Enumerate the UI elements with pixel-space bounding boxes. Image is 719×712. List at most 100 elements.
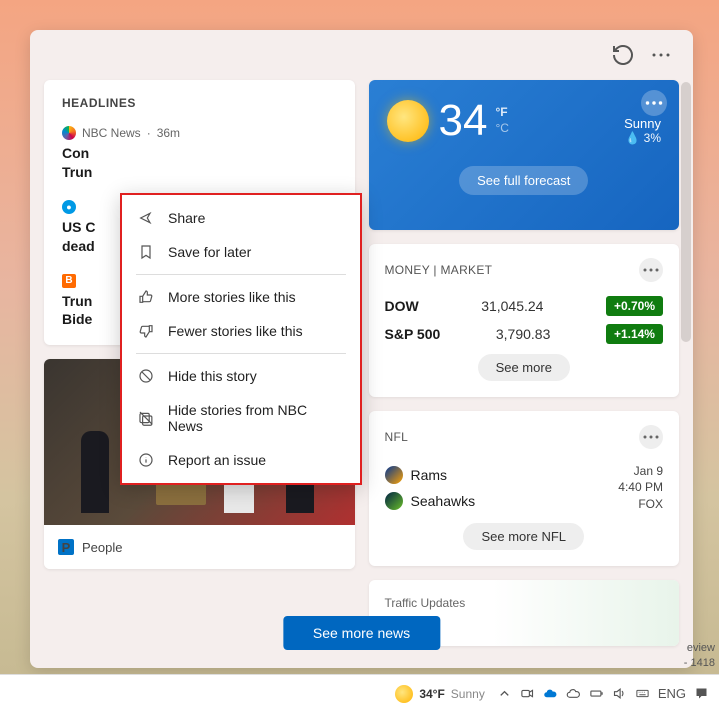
teams-row[interactable]: Rams Seahawks Jan 9 4:40 PM FOX [385, 463, 664, 513]
people-icon: P [58, 539, 74, 555]
context-menu: Share Save for later More stories like t… [120, 193, 362, 485]
refresh-icon[interactable] [611, 43, 635, 67]
weather-units[interactable]: °F °C [495, 105, 508, 136]
action-center-icon[interactable] [694, 686, 709, 701]
menu-fewer-like[interactable]: Fewer stories like this [122, 314, 360, 348]
headline1-title[interactable]: Con Trun [62, 144, 337, 182]
breitbart-icon: B [62, 274, 76, 288]
forecast-button[interactable]: See full forecast [459, 166, 588, 195]
stock-row[interactable]: DOW 31,045.24 +0.70% [385, 296, 664, 316]
taskbar: 34°F Sunny ENG [0, 674, 719, 712]
market-section-title: MONEY | MARKET [385, 263, 493, 277]
see-more-news-button[interactable]: See more news [283, 616, 440, 650]
sun-icon [395, 685, 413, 703]
news-interests-panel: HEADLINES NBC News · 36m Con Trun ● US C… [30, 30, 693, 668]
menu-label: More stories like this [168, 289, 296, 305]
weather-temp: 34 [439, 96, 488, 146]
source-time: 36m [157, 126, 180, 140]
info-icon [138, 452, 154, 468]
stock-pct: +1.14% [606, 324, 663, 344]
chevron-up-icon[interactable] [497, 686, 512, 701]
team2-name: Seahawks [411, 493, 476, 509]
market-card: MONEY | MARKET DOW 31,045.24 +0.70% S&P … [369, 244, 680, 397]
meet-now-icon[interactable] [520, 686, 535, 701]
menu-label: Share [168, 210, 205, 226]
menu-label: Save for later [168, 244, 251, 260]
more-icon[interactable] [649, 43, 673, 67]
market-menu-icon[interactable] [639, 258, 663, 282]
source-name: NBC News [82, 126, 141, 140]
stock-row[interactable]: S&P 500 3,790.83 +1.14% [385, 324, 664, 344]
stock-value: 3,790.83 [496, 326, 551, 342]
menu-hide-story[interactable]: Hide this story [122, 359, 360, 393]
market-see-more-button[interactable]: See more [478, 354, 570, 381]
stock-name: S&P 500 [385, 326, 441, 342]
sun-icon [387, 100, 429, 142]
menu-save[interactable]: Save for later [122, 235, 360, 269]
weather-card[interactable]: 34 °F °C Sunny 💧 3% See full forecast [369, 80, 680, 230]
share-icon [138, 210, 154, 226]
weather-menu-icon[interactable] [641, 90, 667, 116]
taskbar-temp: 34°F [419, 687, 444, 701]
overlay-line: eview [684, 641, 715, 655]
nbc-icon [62, 126, 76, 140]
game-network: FOX [618, 496, 663, 513]
nfl-card: NFL Rams Seahawks Jan 9 4:40 PM FOX [369, 411, 680, 566]
weather-main: 34 °F °C [387, 96, 662, 146]
menu-label: Report an issue [168, 452, 266, 468]
nfl-menu-icon[interactable] [639, 425, 663, 449]
menu-more-like[interactable]: More stories like this [122, 280, 360, 314]
onedrive-icon[interactable] [543, 686, 558, 701]
system-tray: ENG [497, 686, 709, 701]
stock-name: DOW [385, 298, 419, 314]
bookmark-icon [138, 244, 154, 260]
taskbar-cond: Sunny [451, 687, 485, 701]
game-time: Jan 9 4:40 PM FOX [618, 463, 663, 513]
block-icon [138, 368, 154, 384]
unit-f[interactable]: °F [495, 105, 508, 121]
unit-c[interactable]: °C [495, 121, 508, 137]
headline-source[interactable]: NBC News · 36m [62, 126, 337, 140]
speaker-icon[interactable] [612, 686, 627, 701]
source-sep: · [147, 126, 151, 140]
thumbs-up-icon [138, 289, 154, 305]
map-graphic [493, 580, 679, 646]
thumbs-down-icon [138, 323, 154, 339]
keyboard-icon[interactable] [635, 686, 650, 701]
taskbar-lang[interactable]: ENG [658, 686, 686, 701]
hide-source-icon [138, 410, 154, 426]
stock-value: 31,045.24 [481, 298, 543, 314]
menu-share[interactable]: Share [122, 201, 360, 235]
panel-toolbar [30, 30, 693, 80]
image-source: People [82, 540, 122, 555]
menu-separator [136, 353, 346, 354]
usatoday-icon: ● [62, 200, 76, 214]
precip-value: 3% [644, 131, 661, 145]
headlines-title: HEADLINES [62, 96, 337, 110]
game-time-text: 4:40 PM [618, 479, 663, 496]
team1-name: Rams [411, 467, 448, 483]
menu-hide-source[interactable]: Hide stories from NBC News [122, 393, 360, 443]
overlay-text: eview - 1418 [684, 641, 715, 670]
overlay-line: - 1418 [684, 656, 715, 670]
weather-condition: Sunny 💧 3% [624, 116, 661, 145]
weather-tray-icon[interactable] [566, 686, 581, 701]
precip-row: 💧 3% [624, 131, 661, 145]
traffic-section-title: Traffic Updates [385, 596, 466, 610]
condition-text: Sunny [624, 116, 661, 131]
image-source-row: P People [44, 525, 355, 569]
right-column: 34 °F °C Sunny 💧 3% See full forecast MO… [369, 80, 680, 646]
nfl-see-more-button[interactable]: See more NFL [463, 523, 584, 550]
nfl-section-title: NFL [385, 430, 409, 444]
taskbar-weather[interactable]: 34°F Sunny [395, 685, 485, 703]
menu-report[interactable]: Report an issue [122, 443, 360, 477]
rams-icon [385, 466, 403, 484]
menu-label: Fewer stories like this [168, 323, 303, 339]
seahawks-icon [385, 492, 403, 510]
person-graphic [81, 431, 109, 513]
game-date: Jan 9 [618, 463, 663, 480]
menu-label: Hide stories from NBC News [168, 402, 344, 434]
menu-separator [136, 274, 346, 275]
menu-label: Hide this story [168, 368, 257, 384]
battery-icon[interactable] [589, 686, 604, 701]
